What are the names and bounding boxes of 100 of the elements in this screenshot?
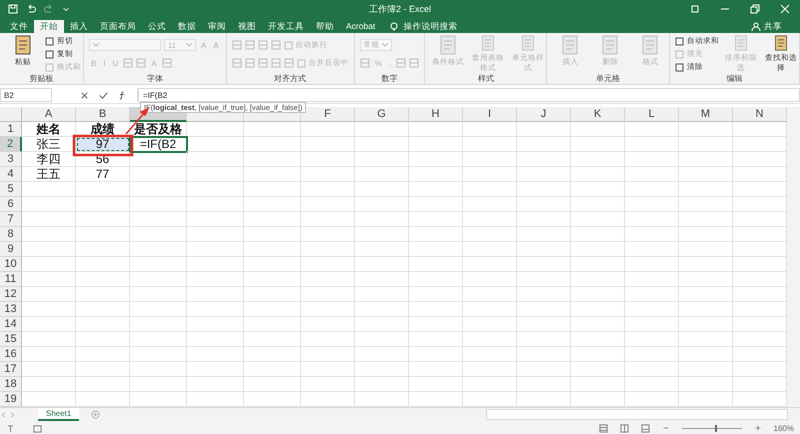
column-header[interactable]: M (679, 107, 733, 122)
table-cell[interactable] (187, 317, 244, 332)
table-cell[interactable] (571, 227, 625, 242)
table-cell[interactable] (517, 302, 571, 317)
redo-icon[interactable] (44, 4, 54, 14)
table-cell[interactable] (22, 377, 76, 392)
page-break-icon[interactable] (640, 424, 650, 432)
table-cell[interactable] (463, 137, 517, 152)
normal-view-icon[interactable] (598, 424, 608, 432)
table-cell[interactable] (679, 317, 733, 332)
table-cell[interactable] (301, 137, 355, 152)
table-cell[interactable] (409, 332, 463, 347)
table-cell[interactable] (409, 362, 463, 377)
row-header[interactable]: 12 (0, 287, 22, 302)
table-cell[interactable] (625, 182, 679, 197)
ribbon-tab[interactable]: 文件 (4, 20, 34, 33)
table-cell[interactable] (679, 197, 733, 212)
table-cell[interactable] (355, 227, 409, 242)
table-cell[interactable] (463, 377, 517, 392)
table-cell[interactable] (301, 182, 355, 197)
table-cell[interactable] (130, 212, 187, 227)
table-cell[interactable] (463, 317, 517, 332)
column-header[interactable]: G (355, 107, 409, 122)
table-cell[interactable]: 李四 (22, 152, 76, 167)
table-cell[interactable] (22, 362, 76, 377)
row-header[interactable]: 6 (0, 197, 22, 212)
ribbon-tab[interactable]: 开始 (34, 20, 64, 33)
table-cell[interactable] (187, 167, 244, 182)
table-cell[interactable] (463, 227, 517, 242)
table-cell[interactable] (301, 167, 355, 182)
table-cell[interactable] (571, 332, 625, 347)
table-cell[interactable] (22, 272, 76, 287)
table-cell[interactable] (517, 182, 571, 197)
table-cell[interactable] (22, 347, 76, 362)
table-cell[interactable] (355, 347, 409, 362)
table-cell[interactable] (517, 317, 571, 332)
table-cell[interactable] (187, 122, 244, 137)
table-cell[interactable] (76, 377, 130, 392)
table-cell[interactable] (244, 242, 301, 257)
table-cell[interactable] (244, 362, 301, 377)
table-cell[interactable] (355, 167, 409, 182)
table-cell[interactable] (244, 332, 301, 347)
ribbon-tab[interactable]: 页面布局 (94, 20, 142, 33)
table-cell[interactable] (571, 137, 625, 152)
table-cell[interactable] (355, 257, 409, 272)
table-cell[interactable] (517, 197, 571, 212)
table-cell[interactable] (517, 362, 571, 377)
table-cell[interactable] (679, 122, 733, 137)
table-cell[interactable] (130, 332, 187, 347)
table-cell[interactable] (244, 137, 301, 152)
table-cell[interactable]: =IF(B2 (130, 137, 187, 152)
row-header[interactable]: 8 (0, 227, 22, 242)
table-cell[interactable] (409, 212, 463, 227)
slider-thumb[interactable] (714, 424, 717, 432)
table-cell[interactable] (244, 317, 301, 332)
ribbon-tab[interactable]: 审阅 (202, 20, 232, 33)
table-cell[interactable] (130, 182, 187, 197)
table-cell[interactable] (130, 257, 187, 272)
table-cell[interactable] (517, 167, 571, 182)
close-icon[interactable] (780, 4, 790, 14)
table-cell[interactable] (517, 377, 571, 392)
table-cell[interactable] (187, 272, 244, 287)
row-header[interactable]: 11 (0, 272, 22, 287)
table-cell[interactable] (463, 152, 517, 167)
table-cell[interactable] (625, 212, 679, 227)
table-cell[interactable] (355, 332, 409, 347)
ribbon-tab[interactable]: 数据 (172, 20, 202, 33)
table-cell[interactable] (187, 212, 244, 227)
table-cell[interactable] (409, 377, 463, 392)
table-cell[interactable] (355, 197, 409, 212)
table-cell[interactable]: 姓名 (22, 122, 76, 137)
select-all-button[interactable] (0, 107, 22, 122)
table-cell[interactable] (76, 227, 130, 242)
table-cell[interactable] (76, 332, 130, 347)
row-header[interactable]: 10 (0, 257, 22, 272)
table-cell[interactable] (571, 152, 625, 167)
table-cell[interactable] (22, 257, 76, 272)
table-cell[interactable] (244, 227, 301, 242)
table-cell[interactable] (409, 317, 463, 332)
table-cell[interactable] (244, 347, 301, 362)
table-cell[interactable] (22, 212, 76, 227)
table-cell[interactable] (463, 242, 517, 257)
column-header[interactable]: L (625, 107, 679, 122)
table-cell[interactable] (130, 272, 187, 287)
ribbon-tab[interactable]: 视图 (232, 20, 262, 33)
ribbon-tab[interactable]: 插入 (64, 20, 94, 33)
table-cell[interactable] (130, 242, 187, 257)
table-cell[interactable] (130, 347, 187, 362)
table-cell[interactable] (187, 332, 244, 347)
table-cell[interactable] (76, 362, 130, 377)
table-cell[interactable] (679, 257, 733, 272)
table-cell[interactable] (130, 287, 187, 302)
column-header[interactable]: K (571, 107, 625, 122)
table-cell[interactable] (355, 287, 409, 302)
row-header[interactable]: 18 (0, 377, 22, 392)
person-icon[interactable] (751, 22, 761, 32)
table-cell[interactable] (517, 272, 571, 287)
column-header[interactable]: A (22, 107, 76, 122)
row-header[interactable]: 4 (0, 167, 22, 182)
table-cell[interactable] (517, 257, 571, 272)
